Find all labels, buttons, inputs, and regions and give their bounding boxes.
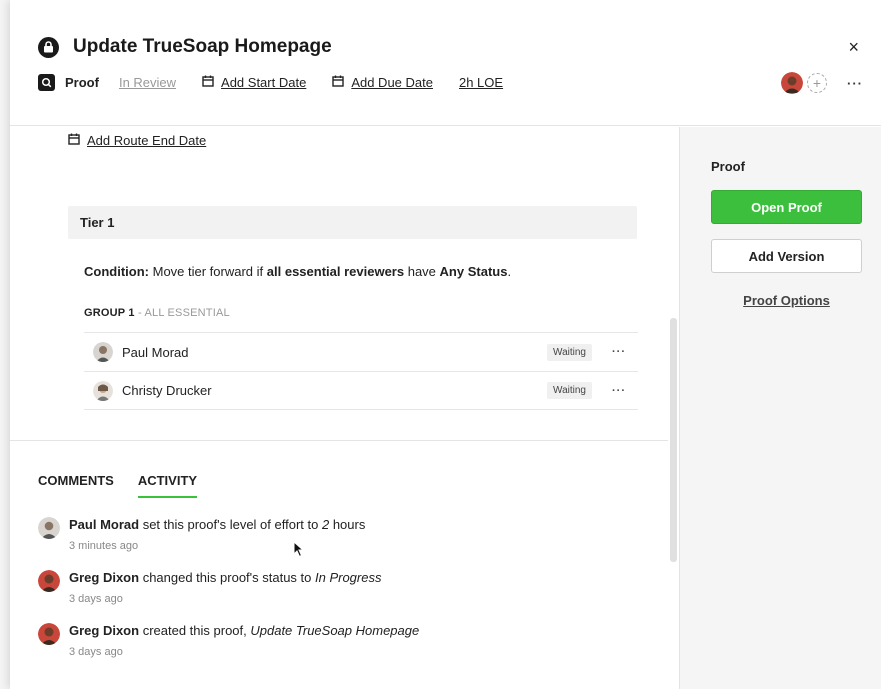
header: Update TrueSoap Homepage × Proof In Revi… xyxy=(10,0,881,126)
proof-options-link[interactable]: Proof Options xyxy=(711,293,862,308)
activity-item: Paul Morad set this proof's level of eff… xyxy=(38,516,638,569)
avatar xyxy=(38,570,60,592)
activity-timestamp: 3 minutes ago xyxy=(69,540,139,552)
activity-item: Greg Dixon changed this proof's status t… xyxy=(38,569,638,622)
reviewer-name: Paul Morad xyxy=(122,344,189,360)
activity-text: Greg Dixon created this proof, Update Tr… xyxy=(69,623,419,638)
reviewer-list: Paul Morad Waiting ··· Christy Drucker W… xyxy=(84,332,638,410)
avatar xyxy=(38,517,60,539)
condition-end: . xyxy=(507,264,512,279)
reviewer-more-button[interactable]: ··· xyxy=(612,385,626,397)
reviewer-row[interactable]: Paul Morad Waiting ··· xyxy=(84,332,638,371)
activity-text: Paul Morad set this proof's level of eff… xyxy=(69,517,365,532)
activity-feed: Paul Morad set this proof's level of eff… xyxy=(38,516,638,675)
add-member-button[interactable]: + xyxy=(807,73,827,93)
close-button[interactable]: × xyxy=(848,38,859,56)
activity-emph: In Progress xyxy=(315,570,382,585)
sidebar: Proof Open Proof Add Version Proof Optio… xyxy=(679,127,881,689)
divider xyxy=(10,440,668,441)
header-actions: + ··· xyxy=(781,72,863,94)
tab-comments[interactable]: COMMENTS xyxy=(38,473,114,498)
avatar xyxy=(93,380,113,401)
add-version-button[interactable]: Add Version xyxy=(711,239,862,273)
tier-header[interactable]: Tier 1 xyxy=(68,206,637,239)
activity-user: Greg Dixon xyxy=(69,570,140,585)
tab-activity[interactable]: ACTIVITY xyxy=(137,473,198,498)
tab-bar: COMMENTS ACTIVITY xyxy=(38,473,221,498)
group-desc: - ALL ESSENTIAL xyxy=(134,307,230,319)
add-due-date-label: Add Due Date xyxy=(351,75,433,90)
group-name: GROUP 1 xyxy=(84,307,135,319)
add-start-date-link[interactable]: Add Start Date xyxy=(202,75,306,90)
condition-label: Condition: xyxy=(84,264,149,279)
group-label: GROUP 1 - ALL ESSENTIAL xyxy=(84,307,230,319)
calendar-icon xyxy=(68,133,80,148)
type-label: Proof xyxy=(65,75,99,90)
activity-user: Paul Morad xyxy=(69,517,140,532)
sidebar-title: Proof xyxy=(711,159,745,174)
add-due-date-link[interactable]: Add Due Date xyxy=(332,75,433,90)
add-route-end-date-label: Add Route End Date xyxy=(87,133,207,148)
status-link[interactable]: In Review xyxy=(119,75,176,90)
title-row: Update TrueSoap Homepage xyxy=(38,36,332,58)
status-badge: Waiting xyxy=(547,382,592,399)
activity-text: Greg Dixon changed this proof's status t… xyxy=(69,570,381,585)
scrollbar[interactable] xyxy=(670,318,677,562)
condition-pre: Move tier forward if xyxy=(152,264,264,279)
mouse-cursor-icon xyxy=(293,540,305,561)
activity-desc: set this proof's level of effort to xyxy=(139,517,322,532)
avatar[interactable] xyxy=(781,72,803,94)
add-route-end-date-link[interactable]: Add Route End Date xyxy=(68,133,206,148)
reviewer-row[interactable]: Christy Drucker Waiting ··· xyxy=(84,371,638,410)
more-options-button[interactable]: ··· xyxy=(847,76,863,91)
reviewer-name: Christy Drucker xyxy=(122,383,212,398)
condition-mid: have xyxy=(407,264,436,279)
loe-link[interactable]: 2h LOE xyxy=(459,75,503,90)
status-badge: Waiting xyxy=(547,343,592,361)
activity-emph: Update TrueSoap Homepage xyxy=(250,623,420,638)
activity-item: Greg Dixon created this proof, Update Tr… xyxy=(38,622,638,675)
condition-reviewers: all essential reviewers xyxy=(266,264,405,279)
activity-timestamp: 3 days ago xyxy=(69,646,123,658)
page-title: Update TrueSoap Homepage xyxy=(73,36,332,57)
calendar-icon xyxy=(202,75,214,90)
open-proof-button[interactable]: Open Proof xyxy=(711,190,862,224)
proof-detail-panel: Update TrueSoap Homepage × Proof In Revi… xyxy=(10,0,881,689)
reviewer-more-button[interactable]: ··· xyxy=(612,346,626,358)
calendar-icon xyxy=(332,75,345,90)
avatar xyxy=(93,342,113,362)
condition-status: Any Status xyxy=(439,264,508,279)
lock-icon xyxy=(38,36,59,58)
meta-row: Proof In Review Add Start Date Add Due D… xyxy=(38,74,503,91)
activity-user: Greg Dixon xyxy=(69,623,140,638)
avatar xyxy=(38,623,60,645)
activity-desc: changed this proof's status to xyxy=(139,570,315,585)
proof-icon xyxy=(38,74,55,91)
tier-condition: Condition: Move tier forward if all esse… xyxy=(84,264,511,279)
activity-desc-after: hours xyxy=(329,517,366,532)
main-content: Add Route End Date Tier 1 Condition: Mov… xyxy=(10,127,668,689)
add-start-date-label: Add Start Date xyxy=(221,75,307,90)
activity-desc: created this proof, xyxy=(139,623,251,638)
activity-timestamp: 3 days ago xyxy=(69,593,123,605)
